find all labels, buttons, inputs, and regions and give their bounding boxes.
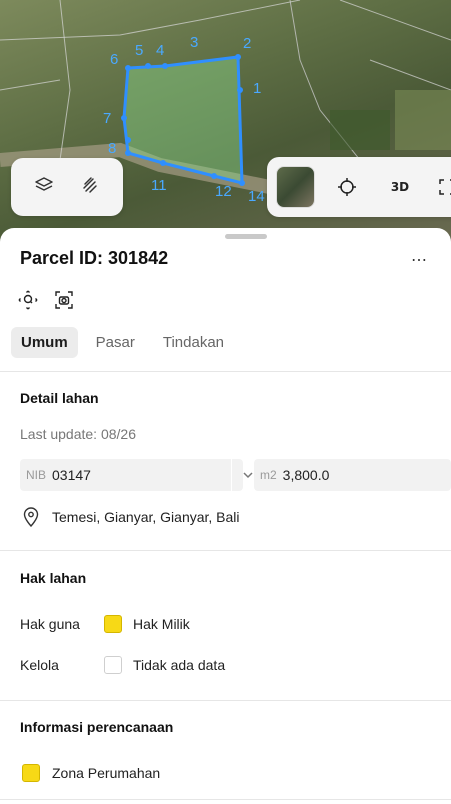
screenshot-icon[interactable] bbox=[54, 290, 74, 310]
vertex-label: 8 bbox=[108, 140, 117, 157]
nib-prefix: NIB bbox=[26, 468, 47, 482]
location-pin-icon bbox=[22, 507, 40, 532]
locate-icon[interactable] bbox=[327, 166, 368, 208]
vertex-label: 2 bbox=[243, 35, 252, 52]
vertex-handle[interactable] bbox=[125, 65, 131, 71]
vertex-label: 3 bbox=[190, 34, 199, 51]
field bbox=[395, 90, 451, 150]
vertex-label: 12 bbox=[215, 183, 232, 200]
zoom-to-parcel-icon[interactable] bbox=[18, 290, 38, 310]
section-title-rights: Hak lahan bbox=[20, 570, 87, 586]
vertex-label: 4 bbox=[156, 42, 165, 59]
rights-value-kelola: Tidak ada data bbox=[133, 657, 226, 673]
area-unit: m2 bbox=[260, 468, 277, 482]
rights-label-hak-guna: Hak guna bbox=[20, 616, 80, 632]
hak-milik-swatch bbox=[104, 615, 122, 633]
vertex-handle[interactable] bbox=[239, 180, 245, 186]
measure-icon[interactable] bbox=[80, 175, 100, 200]
nib-value: 03147 bbox=[52, 467, 91, 483]
divider bbox=[0, 700, 451, 701]
vertex-label: 6 bbox=[110, 51, 119, 68]
boundary-line bbox=[0, 0, 301, 41]
last-update-text: Last update: 08/26 bbox=[20, 426, 136, 442]
tab-pasar[interactable]: Pasar bbox=[86, 327, 145, 358]
satellite-thumbnail-icon[interactable] bbox=[276, 166, 315, 208]
more-options-icon[interactable]: ⋯ bbox=[411, 250, 428, 270]
zone-swatch bbox=[22, 764, 40, 782]
divider bbox=[0, 799, 451, 800]
map-tools-right: 3D bbox=[267, 157, 451, 217]
3d-label: 3D bbox=[390, 180, 410, 194]
divider bbox=[0, 550, 451, 551]
divider bbox=[0, 371, 451, 372]
vertex-handle[interactable] bbox=[125, 150, 131, 156]
nib-field[interactable]: NIB 03147 bbox=[20, 459, 253, 491]
tab-bar: Umum Pasar Tindakan bbox=[11, 327, 234, 358]
fullscreen-icon[interactable] bbox=[426, 166, 451, 208]
map-tools-left bbox=[11, 158, 123, 216]
vertex-handle[interactable] bbox=[211, 173, 217, 179]
boundary-line bbox=[339, 0, 451, 41]
area-field[interactable]: m2 3,800.0 bbox=[254, 459, 451, 491]
vertex-label: 1 bbox=[253, 80, 262, 97]
layers-icon[interactable] bbox=[34, 175, 54, 200]
tab-umum[interactable]: Umum bbox=[11, 327, 78, 358]
tab-tindakan[interactable]: Tindakan bbox=[153, 327, 234, 358]
no-data-swatch bbox=[104, 656, 122, 674]
vertex-handle[interactable] bbox=[121, 115, 127, 121]
vertex-handle[interactable] bbox=[160, 160, 166, 166]
vertex-label: 7 bbox=[103, 110, 112, 127]
rights-value-hak-guna: Hak Milik bbox=[133, 616, 190, 632]
vertex-handle[interactable] bbox=[125, 137, 131, 143]
vertex-handle[interactable] bbox=[237, 87, 243, 93]
zone-text: Zona Perumahan bbox=[52, 765, 161, 781]
vertex-handle[interactable] bbox=[235, 54, 241, 60]
vertex-handle[interactable] bbox=[162, 63, 168, 69]
vertex-label: 5 bbox=[135, 42, 144, 59]
area-value: 3,800.0 bbox=[282, 467, 330, 483]
section-title-planning: Informasi perencanaan bbox=[20, 719, 174, 735]
section-title-detail: Detail lahan bbox=[20, 390, 99, 406]
3d-toggle-button[interactable]: 3D bbox=[380, 166, 421, 208]
sheet-grabber[interactable] bbox=[225, 234, 267, 239]
address-text: Temesi, Gianyar, Gianyar, Bali bbox=[52, 509, 240, 525]
vertex-label: 14 bbox=[248, 188, 265, 205]
boundary-line bbox=[369, 59, 451, 91]
boundary-line bbox=[0, 79, 61, 91]
vertex-handle[interactable] bbox=[145, 63, 151, 69]
rights-label-kelola: Kelola bbox=[20, 657, 59, 673]
boundary-line bbox=[59, 0, 71, 161]
parcel-detail-sheet: Parcel ID: 301842 ⋯ Umum Pasar Tindakan … bbox=[0, 228, 451, 804]
trees bbox=[330, 110, 390, 150]
page-title: Parcel ID: 301842 bbox=[20, 248, 169, 268]
map-view[interactable]: 6 5 4 3 2 1 7 8 11 12 14 3D bbox=[0, 0, 451, 250]
vertex-label: 11 bbox=[151, 177, 167, 194]
